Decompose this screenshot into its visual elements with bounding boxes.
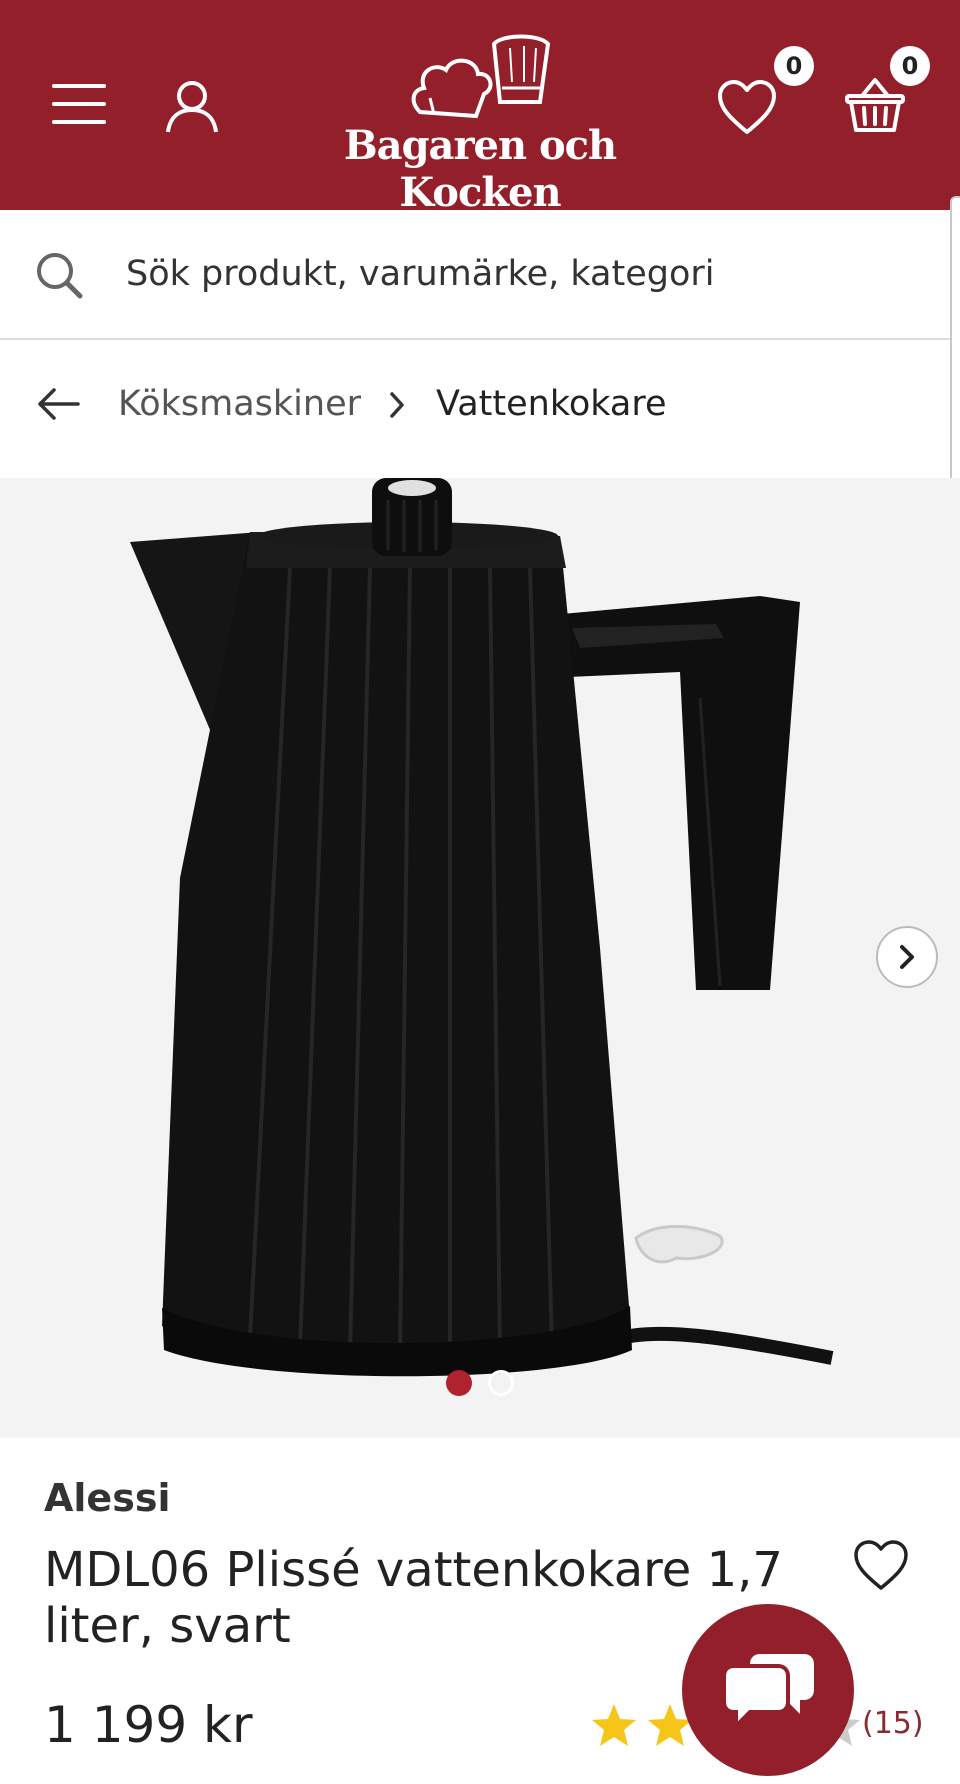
wishlist-count-badge: 0: [774, 46, 814, 86]
chat-button[interactable]: [682, 1604, 854, 1776]
breadcrumb: Köksmaskiner Vattenkokare: [0, 342, 950, 478]
breadcrumb-current: Vattenkokare: [436, 384, 667, 424]
search-icon: [37, 253, 83, 299]
breadcrumb-link-kitchen-machines[interactable]: Köksmaskiner: [118, 382, 361, 426]
site-header: Bagaren och Kocken 0 0: [0, 0, 960, 216]
product-image-kettle[interactable]: [0, 478, 960, 1438]
gallery-dot-2[interactable]: [488, 1370, 514, 1396]
user-icon[interactable]: [164, 78, 220, 134]
favorite-heart-icon[interactable]: [852, 1538, 910, 1592]
product-image-gallery[interactable]: [0, 478, 960, 1438]
site-logo[interactable]: Bagaren och Kocken: [270, 32, 690, 216]
cart-count-badge: 0: [890, 46, 930, 86]
product-page: Bagaren och Kocken 0 0 Köksmaskiner: [0, 0, 960, 1784]
wishlist-heart-icon[interactable]: [716, 78, 778, 136]
menu-icon[interactable]: [50, 80, 108, 128]
chat-bubbles-icon: [722, 1654, 814, 1730]
chef-hats-icon: [411, 34, 551, 119]
gallery-next-button[interactable]: [876, 926, 938, 988]
search-input[interactable]: [126, 246, 926, 302]
gallery-dot-1[interactable]: [446, 1370, 472, 1396]
chevron-right-icon: [900, 945, 914, 969]
review-count[interactable]: (15): [862, 1706, 924, 1741]
search-bar: [0, 210, 950, 340]
basket-icon[interactable]: [844, 74, 906, 134]
chevron-right-icon: [390, 392, 404, 418]
back-arrow-icon[interactable]: [36, 382, 80, 426]
product-brand[interactable]: Alessi: [44, 1476, 170, 1520]
product-price: 1 199 kr: [44, 1696, 253, 1754]
logo-text: Bagaren och Kocken: [343, 122, 617, 216]
star-icon: [592, 1704, 636, 1746]
